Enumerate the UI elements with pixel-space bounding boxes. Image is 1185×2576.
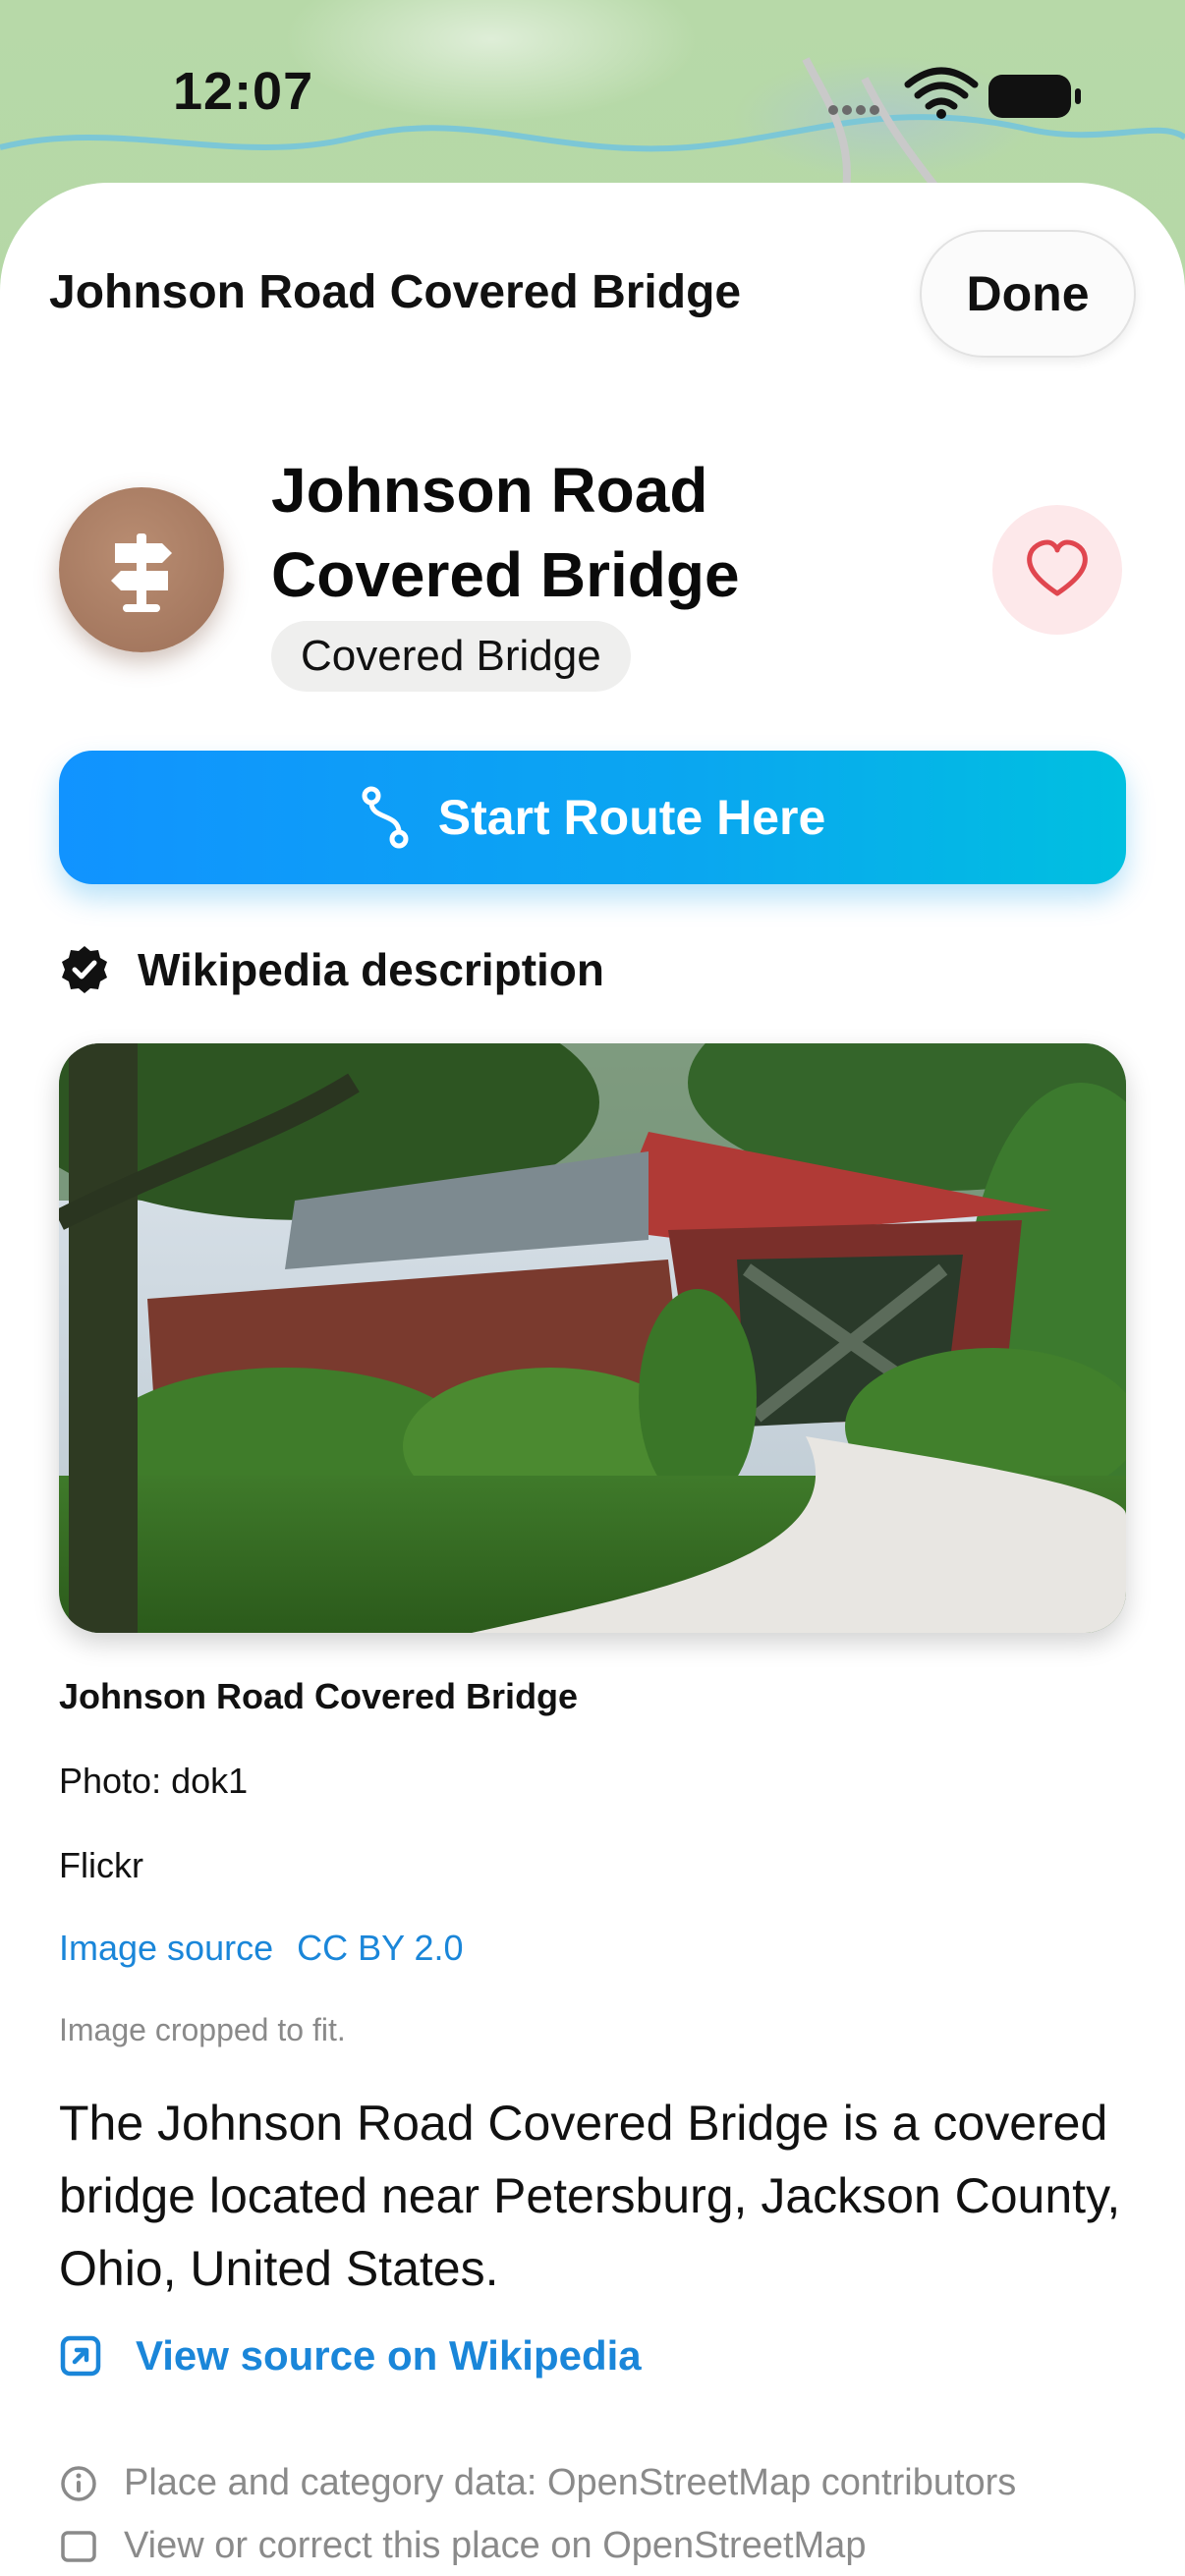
edit-map-icon (61, 2530, 96, 2562)
signal-dots-icon (828, 105, 879, 115)
external-link-icon (60, 2335, 101, 2377)
osm-credit-label: Place and category data: OpenStreetMap c… (124, 2462, 1017, 2503)
image-links: Image source CC BY 2.0 (59, 1928, 464, 1969)
license-link[interactable]: CC BY 2.0 (297, 1928, 463, 1969)
osm-edit-link[interactable]: View or correct this place on OpenStreet… (59, 2525, 866, 2567)
bridge-photo[interactable] (59, 1043, 1126, 1633)
start-route-button[interactable]: Start Route Here (59, 751, 1126, 884)
route-icon (362, 786, 409, 849)
crop-note: Image cropped to fit. (59, 2012, 346, 2047)
wikipedia-description: The Johnson Road Covered Bridge is a cov… (59, 2096, 1121, 2296)
wikipedia-heading-label: Wikipedia description (138, 944, 605, 995)
wifi-icon (904, 67, 979, 119)
place-name: Johnson Road Covered Bridge (271, 455, 740, 610)
view-source-link[interactable]: View source on Wikipedia (59, 2332, 642, 2380)
photo-site: Flickr (59, 1845, 143, 1885)
osm-edit-label: View or correct this place on OpenStreet… (124, 2525, 867, 2566)
category-chip[interactable]: Covered Bridge (271, 621, 631, 692)
wikipedia-heading: Wikipedia description (59, 943, 604, 996)
image-source-link[interactable]: Image source (59, 1928, 273, 1969)
view-source-label: View source on Wikipedia (136, 2332, 642, 2379)
status-icons (792, 59, 1185, 128)
heart-icon (1027, 539, 1088, 596)
info-icon (61, 2465, 96, 2501)
verified-badge-icon (62, 946, 107, 993)
place-category-badge (59, 487, 224, 652)
status-time: 12:07 (173, 62, 314, 121)
sheet-title: Johnson Road Covered Bridge (49, 266, 742, 318)
start-route-label: Start Route Here (437, 790, 826, 845)
battery-icon (988, 75, 1081, 118)
osm-credit: Place and category data: OpenStreetMap c… (59, 2462, 1016, 2504)
photo-credit: Photo: dok1 (59, 1761, 249, 1801)
favorite-button[interactable] (992, 505, 1122, 635)
done-button[interactable]: Done (920, 230, 1136, 358)
image-caption: Johnson Road Covered Bridge (59, 1676, 579, 1716)
signpost-icon (111, 533, 172, 612)
